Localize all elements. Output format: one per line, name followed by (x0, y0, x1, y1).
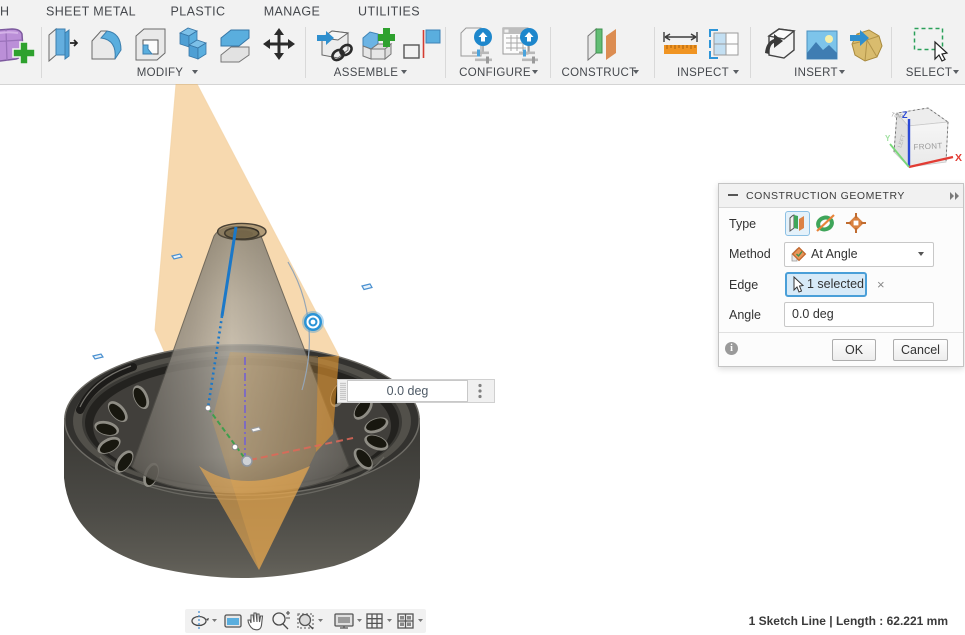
svg-text:CONSTRUCT: CONSTRUCT (562, 67, 637, 79)
svg-text:CONFIGURE: CONFIGURE (459, 67, 531, 79)
svg-text:MANAGE: MANAGE (264, 5, 321, 19)
svg-text:MODIFY: MODIFY (137, 67, 184, 79)
svg-text:PLASTIC: PLASTIC (171, 5, 226, 19)
svg-text:X: X (955, 152, 962, 164)
svg-text:UTILITIES: UTILITIES (358, 5, 420, 19)
svg-text:INSERT: INSERT (794, 67, 838, 79)
svg-text:H: H (0, 5, 9, 19)
svg-text:Z: Z (902, 110, 908, 120)
svg-text:INSPECT: INSPECT (677, 67, 729, 79)
svg-text:FRONT: FRONT (913, 141, 942, 152)
svg-text:ASSEMBLE: ASSEMBLE (334, 67, 398, 79)
svg-text:SELECT: SELECT (906, 67, 953, 79)
svg-text:Y: Y (885, 134, 891, 143)
svg-text:SHEET METAL: SHEET METAL (46, 5, 136, 19)
